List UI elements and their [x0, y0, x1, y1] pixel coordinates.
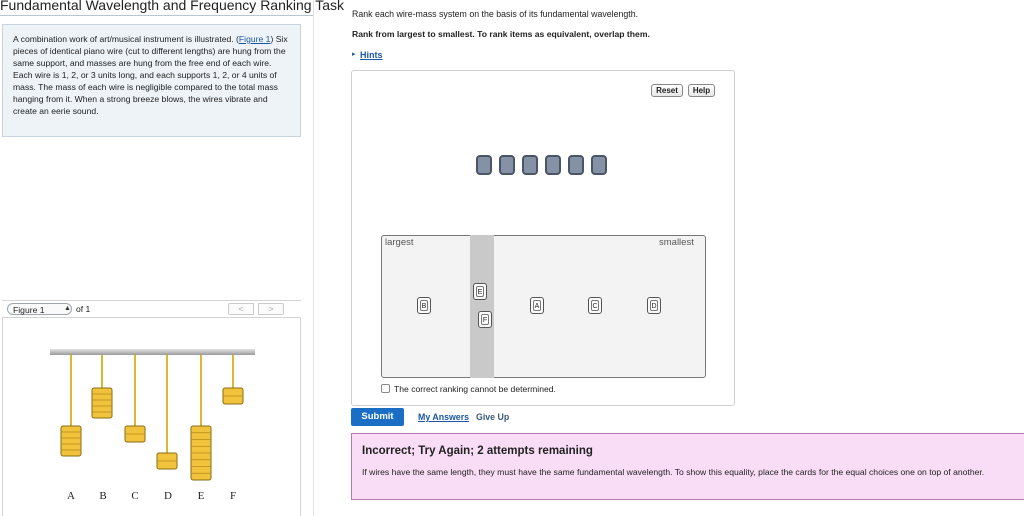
smallest-label: smallest: [659, 237, 694, 248]
cannot-determine-label[interactable]: The correct ranking cannot be determined…: [394, 384, 556, 394]
wire-mass-figure: [50, 349, 255, 481]
rank-card-d[interactable]: D: [647, 297, 661, 314]
empty-card-slot: [568, 155, 584, 175]
wire-label-f: F: [229, 490, 237, 502]
cannot-determine-checkbox[interactable]: [381, 384, 390, 393]
wire-label-c: C: [131, 490, 139, 502]
rank-card-e[interactable]: E: [473, 283, 487, 300]
hints-expand-icon[interactable]: ▸: [352, 49, 356, 61]
feedback-title: Incorrect; Try Again; 2 attempts remaini…: [362, 445, 593, 457]
wire-mass-c: [124, 355, 146, 443]
rank-card-b[interactable]: B: [417, 297, 431, 314]
rank-card-a[interactable]: A: [530, 297, 544, 314]
wire-label-d: D: [164, 490, 172, 502]
wire-label-e: E: [197, 490, 205, 502]
feedback-message: If wires have the same length, they must…: [362, 467, 985, 477]
card-label: C: [591, 300, 599, 311]
card-label: B: [420, 300, 428, 311]
support-bar: [50, 349, 255, 355]
figure-select[interactable]: Figure 1: [7, 303, 72, 315]
empty-card-slot: [545, 155, 561, 175]
page-title: Fundamental Wavelength and Frequency Ran…: [0, 0, 344, 13]
previous-figure-button[interactable]: <: [228, 303, 254, 315]
wire-mass-e: [190, 355, 212, 481]
empty-card-slot: [499, 155, 515, 175]
select-arrows-icon: ▲︎: [64, 305, 71, 312]
card-label: E: [476, 286, 484, 297]
empty-card-slot: [476, 155, 492, 175]
wire-mass-f: [222, 355, 244, 405]
problem-text-end: ) Six pieces of identical piano wire (cu…: [13, 34, 288, 116]
wire-mass-b: [91, 355, 113, 419]
ranking-group-column: [470, 235, 494, 378]
give-up-link[interactable]: Give Up: [476, 412, 509, 422]
wire-label-b: B: [99, 490, 107, 502]
problem-statement: A combination work of art/musical instru…: [2, 24, 301, 137]
largest-label: largest: [385, 237, 414, 248]
reset-button[interactable]: Reset: [651, 84, 683, 97]
problem-text-start: A combination work of art/musical instru…: [13, 34, 239, 44]
my-answers-link[interactable]: My Answers: [418, 412, 469, 422]
rank-card-f[interactable]: F: [478, 311, 492, 328]
column-divider: [313, 0, 314, 516]
next-figure-button[interactable]: >: [258, 303, 284, 315]
wire-label-a: A: [67, 490, 75, 502]
wire-mass-a: [60, 355, 82, 457]
rank-card-c[interactable]: C: [588, 297, 602, 314]
title-divider: [0, 15, 313, 16]
task-instruction: Rank each wire-mass system on the basis …: [352, 9, 639, 19]
help-button[interactable]: Help: [688, 84, 715, 97]
card-label: A: [533, 300, 541, 311]
hints-link[interactable]: Hints: [360, 49, 383, 61]
card-label: F: [481, 314, 489, 325]
figure-link[interactable]: Figure 1: [239, 34, 271, 44]
rank-order-instruction: Rank from largest to smallest. To rank i…: [352, 29, 650, 39]
empty-card-slot: [522, 155, 538, 175]
empty-card-slot: [591, 155, 607, 175]
wire-mass-d: [156, 355, 178, 470]
figure-count: of 1: [76, 304, 91, 314]
card-label: D: [650, 300, 658, 311]
submit-button[interactable]: Submit: [351, 408, 404, 426]
